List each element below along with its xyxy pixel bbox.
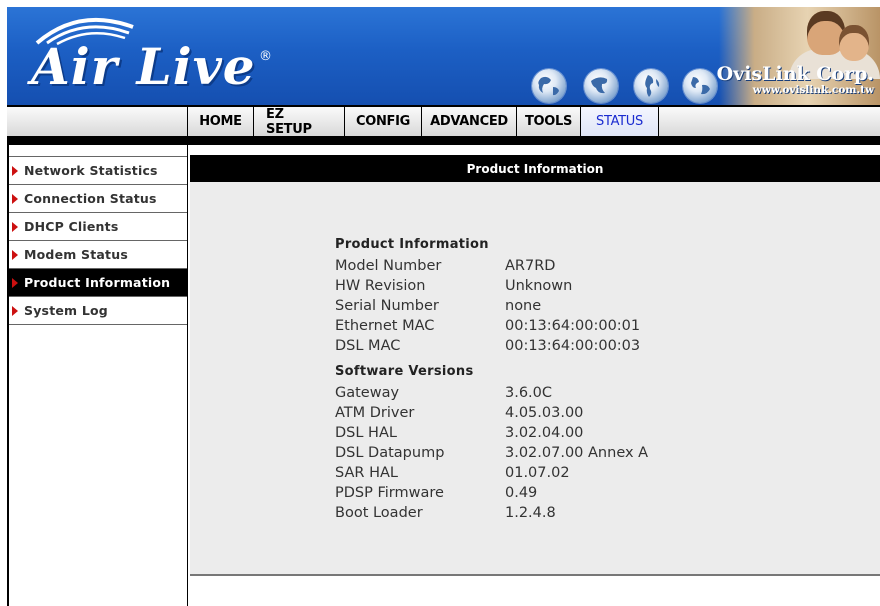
tab-tools[interactable]: TOOLS <box>517 107 581 136</box>
ovislink-logo: OvisLink Corp. www.ovislink.com.tw <box>717 63 874 96</box>
arrow-right-icon <box>12 305 18 316</box>
info-row: HW Revision Unknown <box>335 276 648 296</box>
info-row: Ethernet MAC 00:13:64:00:00:01 <box>335 316 648 336</box>
header-banner: Air Live ® OvisLink Corp. www.ovislink.c… <box>7 7 880 105</box>
info-row: SAR HAL 01.07.02 <box>335 463 648 483</box>
info-value: 01.07.02 <box>505 465 570 481</box>
info-key: SAR HAL <box>335 465 398 481</box>
main-content: Product Information Product Information … <box>190 155 880 576</box>
tab-advanced[interactable]: ADVANCED <box>422 107 517 136</box>
info-key: Model Number <box>335 258 442 274</box>
info-value: AR7RD <box>505 258 556 274</box>
tab-config[interactable]: CONFIG <box>345 107 422 136</box>
info-key: Ethernet MAC <box>335 318 435 334</box>
info-key: DSL MAC <box>335 338 401 354</box>
sidebar-item-label: Connection Status <box>24 191 157 206</box>
sidebar-item-connection-status[interactable]: Connection Status <box>9 185 187 213</box>
airlive-logo: Air Live <box>31 37 256 96</box>
nav-tabs: HOME EZ SETUP CONFIG ADVANCED TOOLS STAT… <box>188 107 659 137</box>
sidebar-item-modem-status[interactable]: Modem Status <box>9 241 187 269</box>
info-row: DSL HAL 3.02.04.00 <box>335 423 648 443</box>
info-row: PDSP Firmware 0.49 <box>335 483 648 503</box>
content-title: Product Information <box>190 155 880 182</box>
info-key: ATM Driver <box>335 405 415 421</box>
info-value: 4.05.03.00 <box>505 405 584 421</box>
software-section-title: Software Versions <box>335 364 474 379</box>
info-row: Model Number AR7RD <box>335 256 648 276</box>
info-row: Boot Loader 1.2.4.8 <box>335 503 648 523</box>
info-row: ATM Driver 4.05.03.00 <box>335 403 648 423</box>
tab-status[interactable]: STATUS <box>581 107 659 136</box>
info-value: 1.2.4.8 <box>505 505 556 521</box>
product-info-panel: Product Information Model Number AR7RD HW… <box>335 234 648 523</box>
globe-icon <box>634 69 668 103</box>
arrow-right-icon <box>12 249 18 260</box>
sidebar: Network Statistics Connection Status DHC… <box>7 145 188 606</box>
info-value: 0.49 <box>505 485 538 501</box>
ovislink-name: OvisLink Corp. <box>716 63 874 85</box>
info-value: 3.6.0C <box>505 385 553 401</box>
sidebar-item-system-log[interactable]: System Log <box>9 297 187 325</box>
info-value: 3.02.07.00 Annex A <box>505 445 649 461</box>
info-row: DSL Datapump 3.02.07.00 Annex A <box>335 443 648 463</box>
info-key: Serial Number <box>335 298 439 314</box>
sidebar-item-dhcp-clients[interactable]: DHCP Clients <box>9 213 187 241</box>
info-value: Unknown <box>505 278 573 294</box>
tab-ez-setup[interactable]: EZ SETUP <box>254 107 345 137</box>
info-key: Gateway <box>335 385 400 401</box>
info-key: PDSP Firmware <box>335 485 444 501</box>
nav-divider <box>7 138 880 145</box>
product-section-title: Product Information <box>335 237 489 252</box>
sidebar-item-label: System Log <box>24 303 108 318</box>
info-value: 3.02.04.00 <box>505 425 584 441</box>
info-row: DSL MAC 00:13:64:00:00:03 <box>335 336 648 356</box>
globe-icon <box>532 69 566 103</box>
registered-mark: ® <box>259 49 272 64</box>
globe-icon <box>683 69 717 103</box>
info-key: DSL Datapump <box>335 445 445 461</box>
sidebar-item-label: DHCP Clients <box>24 219 119 234</box>
arrow-right-icon <box>12 277 18 288</box>
top-nav: HOME EZ SETUP CONFIG ADVANCED TOOLS STAT… <box>7 105 880 138</box>
info-key: HW Revision <box>335 278 426 294</box>
ovislink-url: www.ovislink.com.tw <box>752 84 874 96</box>
sidebar-item-label: Modem Status <box>24 247 128 262</box>
arrow-right-icon <box>12 165 18 176</box>
globe-icon <box>584 69 618 103</box>
info-value: none <box>505 298 542 314</box>
sidebar-item-product-information[interactable]: Product Information <box>9 269 187 297</box>
sidebar-item-label: Product Information <box>24 275 171 290</box>
tab-home[interactable]: HOME <box>188 107 254 136</box>
info-value: 00:13:64:00:00:03 <box>505 338 641 354</box>
info-key: Boot Loader <box>335 505 423 521</box>
info-row: Serial Number none <box>335 296 648 316</box>
arrow-right-icon <box>12 221 18 232</box>
info-key: DSL HAL <box>335 425 397 441</box>
info-value: 00:13:64:00:00:01 <box>505 318 641 334</box>
info-row: Gateway 3.6.0C <box>335 383 648 403</box>
sidebar-item-label: Network Statistics <box>24 163 158 178</box>
sidebar-item-network-statistics[interactable]: Network Statistics <box>9 157 187 185</box>
arrow-right-icon <box>12 193 18 204</box>
